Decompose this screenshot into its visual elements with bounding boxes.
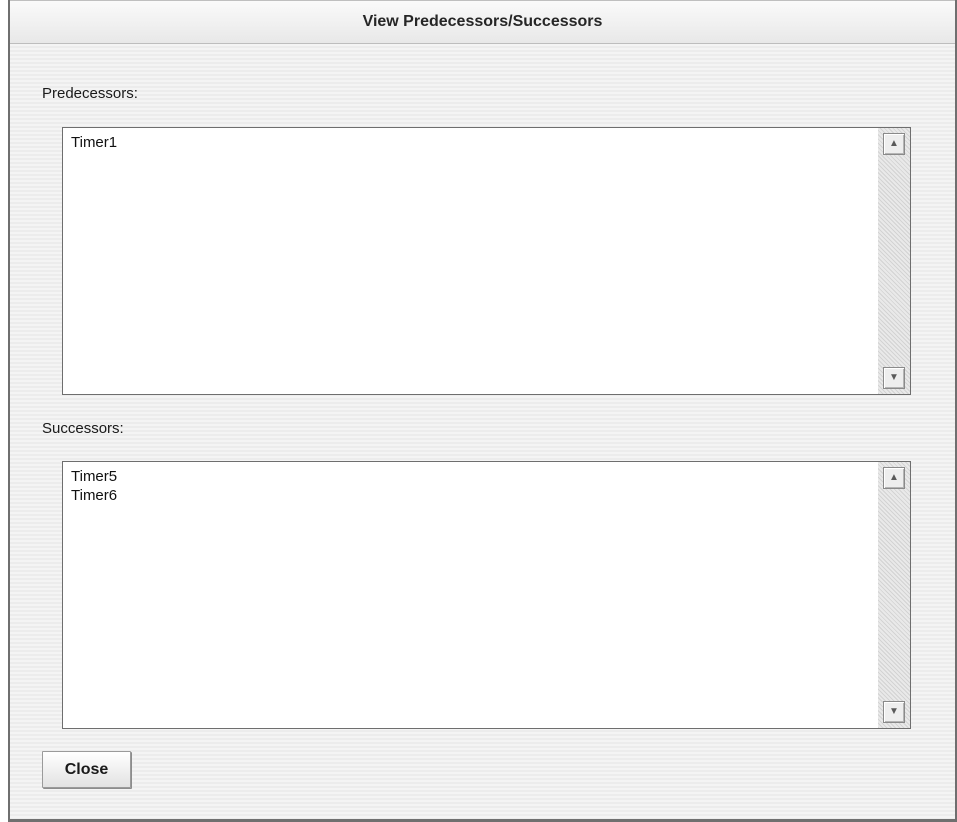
list-item[interactable]: Timer5 xyxy=(71,467,878,486)
successors-label: Successors: xyxy=(42,420,124,437)
list-item[interactable]: Timer6 xyxy=(71,486,878,505)
successors-listbox[interactable]: Timer5 Timer6 ▲ ▼ xyxy=(62,461,911,729)
scroll-up-arrow-icon[interactable]: ▲ xyxy=(883,133,905,155)
close-button[interactable]: Close xyxy=(42,751,131,788)
view-predecessors-successors-dialog: View Predecessors/Successors Predecessor… xyxy=(8,0,957,822)
list-item[interactable]: Timer1 xyxy=(71,133,878,152)
dialog-title: View Predecessors/Successors xyxy=(10,0,955,44)
scroll-up-arrow-icon[interactable]: ▲ xyxy=(883,467,905,489)
predecessors-list: Timer1 xyxy=(63,128,878,394)
scroll-down-arrow-icon[interactable]: ▼ xyxy=(883,701,905,723)
scroll-down-arrow-icon[interactable]: ▼ xyxy=(883,367,905,389)
predecessors-label: Predecessors: xyxy=(42,85,138,102)
predecessors-listbox[interactable]: Timer1 ▲ ▼ xyxy=(62,127,911,395)
successors-scrollbar[interactable]: ▲ ▼ xyxy=(878,462,910,728)
predecessors-scrollbar[interactable]: ▲ ▼ xyxy=(878,128,910,394)
successors-list: Timer5 Timer6 xyxy=(63,462,878,728)
